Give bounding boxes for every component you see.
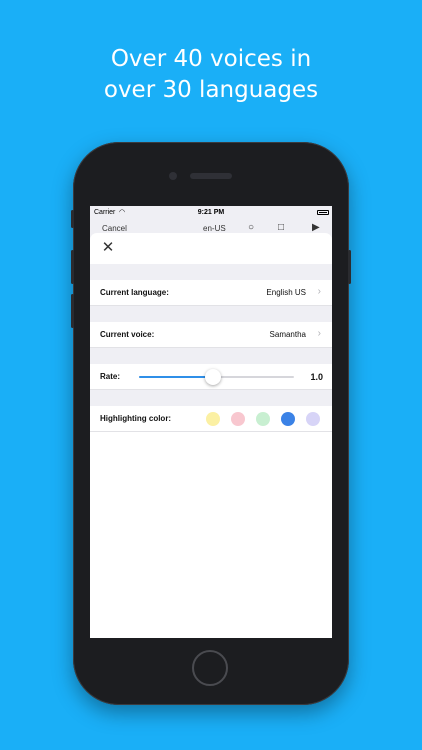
status-time: 9:21 PM (197, 209, 225, 216)
section-divider (90, 306, 332, 322)
settings-sheet: ✕ Current language: English US › Current… (90, 233, 332, 638)
power-button (348, 250, 351, 284)
status-bar: Carrier ◠ 9:21 PM (90, 206, 332, 220)
chevron-right-icon: › (317, 286, 321, 297)
headline: Over 40 voices in over 30 languages (0, 44, 422, 106)
highlight-color-swatch[interactable] (306, 412, 320, 426)
silent-switch (71, 210, 74, 228)
section-divider (90, 264, 332, 280)
rate-value: 1.0 (310, 372, 323, 382)
home-button[interactable] (192, 650, 228, 686)
book-icon[interactable]: □ (278, 222, 284, 233)
current-language-label: Current language: (100, 288, 169, 297)
highlight-color-swatch[interactable] (206, 412, 220, 426)
current-voice-row[interactable]: Current voice: Samantha › (90, 322, 332, 348)
phone-screen: Carrier ◠ 9:21 PM Cancel en-US ○ □ ▶ ✕ C… (90, 206, 332, 638)
rate-row: Rate: 1.0 (90, 364, 332, 390)
rate-label: Rate: (100, 372, 121, 381)
close-icon[interactable]: ✕ (100, 240, 116, 256)
battery-icon (317, 210, 329, 215)
section-divider (90, 390, 332, 406)
download-icon[interactable]: ○ (248, 222, 254, 233)
headline-line-2: over 30 languages (103, 77, 319, 103)
headline-line-1: Over 40 voices in (110, 46, 312, 72)
navigation-bar: Cancel en-US ○ □ ▶ (90, 220, 332, 234)
language-selector[interactable]: en-US (203, 224, 226, 233)
volume-up-button (71, 250, 74, 284)
highlighting-color-row: Highlighting color: (90, 406, 332, 432)
chevron-right-icon: › (317, 328, 321, 339)
rate-slider[interactable] (139, 369, 294, 385)
volume-down-button (71, 294, 74, 328)
cancel-button[interactable]: Cancel (102, 224, 127, 233)
play-icon[interactable]: ▶ (312, 222, 320, 233)
current-language-value: English US (266, 288, 306, 297)
section-divider (90, 348, 332, 364)
current-voice-value: Samantha (269, 330, 306, 339)
highlighting-color-label: Highlighting color: (100, 414, 172, 423)
current-voice-label: Current voice: (100, 330, 155, 339)
rate-slider-thumb[interactable] (205, 369, 222, 385)
highlight-color-swatch[interactable] (281, 412, 295, 426)
front-camera (169, 172, 177, 180)
current-language-row[interactable]: Current language: English US › (90, 280, 332, 306)
highlight-color-swatch[interactable] (256, 412, 270, 426)
highlight-color-swatch[interactable] (231, 412, 245, 426)
rate-slider-fill (139, 376, 214, 378)
earpiece-speaker (190, 173, 232, 179)
